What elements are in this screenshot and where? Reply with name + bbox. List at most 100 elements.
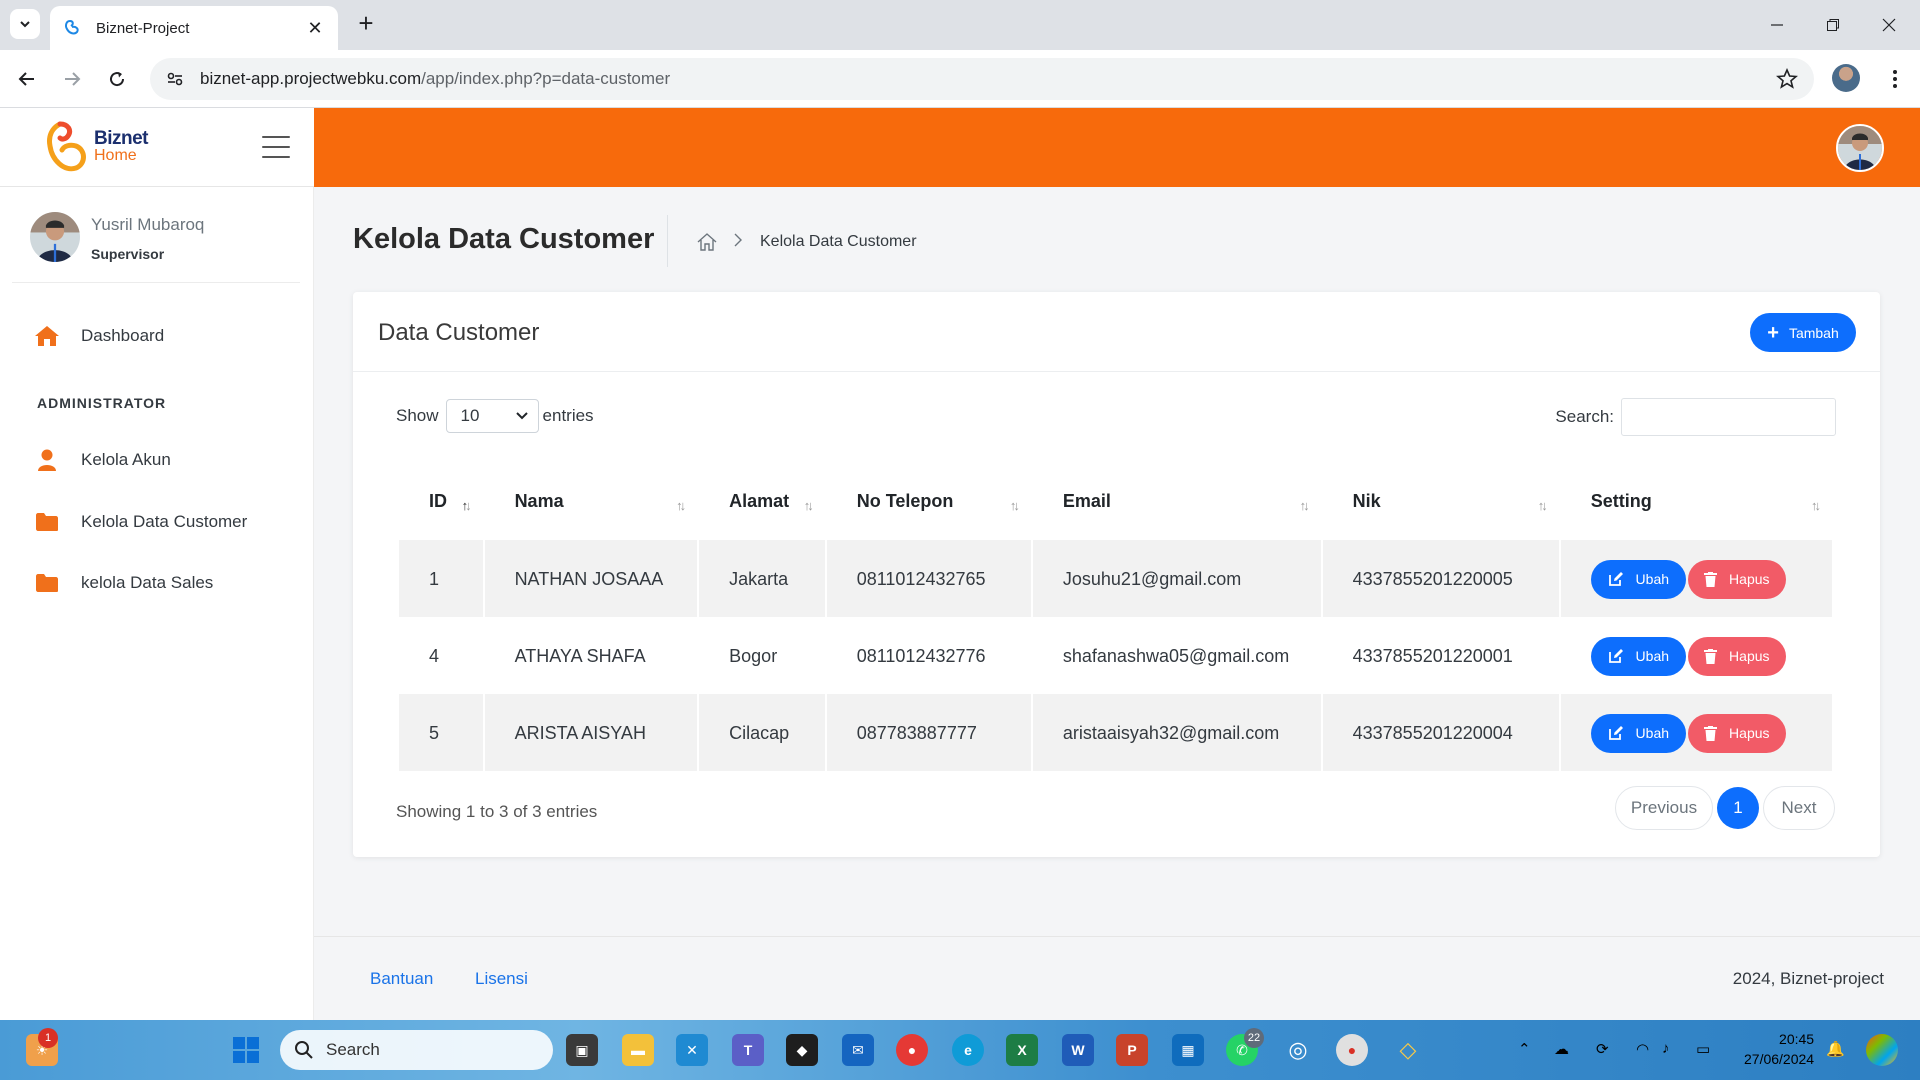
minimize-button[interactable] bbox=[1754, 10, 1800, 40]
delete-button[interactable]: Hapus bbox=[1687, 713, 1786, 753]
sidebar-toggle-button[interactable] bbox=[262, 136, 290, 158]
restore-button[interactable] bbox=[1810, 10, 1856, 40]
task-view-icon[interactable]: ▣ bbox=[566, 1034, 598, 1066]
logo-brand: Biznet bbox=[94, 128, 149, 149]
tab-search-button[interactable] bbox=[10, 9, 40, 39]
add-customer-button[interactable]: + Tambah bbox=[1750, 313, 1856, 352]
sidebar-item-kelola-data-customer[interactable]: Kelola Data Customer bbox=[34, 507, 247, 537]
page-number-button[interactable]: 1 bbox=[1717, 787, 1759, 829]
card-header: Data Customer + Tambah bbox=[353, 292, 1880, 372]
browser-profile-avatar[interactable] bbox=[1832, 64, 1860, 92]
sort-icon: ↑↓ bbox=[1537, 498, 1548, 513]
delete-button[interactable]: Hapus bbox=[1687, 636, 1786, 676]
trash-icon bbox=[1704, 725, 1718, 741]
customer-card: Data Customer + Tambah Show 10 entries S… bbox=[353, 292, 1880, 857]
biznet-logo[interactable]: Biznet Home bbox=[42, 120, 149, 174]
tab-close-icon[interactable]: ✕ bbox=[304, 18, 326, 39]
url-path: /app/index.php?p=data-customer bbox=[421, 69, 671, 88]
cell-telepon: 0811012432776 bbox=[856, 645, 986, 666]
mail-icon[interactable]: ✉ bbox=[842, 1034, 874, 1066]
sidebar-item-kelola-data-sales[interactable]: kelola Data Sales bbox=[34, 568, 213, 598]
user-photo-icon bbox=[1838, 126, 1882, 170]
page-length-select[interactable]: 10 bbox=[445, 399, 539, 433]
delete-button[interactable]: Hapus bbox=[1687, 559, 1786, 599]
volume-icon[interactable]: ♪ bbox=[1662, 1040, 1670, 1057]
cell-nama: ARISTA AISYAH bbox=[484, 694, 698, 771]
reload-button[interactable] bbox=[102, 64, 132, 94]
chevron-down-icon bbox=[20, 21, 30, 28]
folder-icon bbox=[34, 510, 60, 534]
battery-icon[interactable]: ▭ bbox=[1696, 1040, 1710, 1058]
arrow-right-icon bbox=[65, 72, 81, 86]
table-row: 5 ARISTA AISYAH Cilacap 087783887777 ari… bbox=[399, 694, 1832, 771]
search-input[interactable] bbox=[1621, 398, 1836, 436]
column-header-setting[interactable]: Setting ↑↓ bbox=[1561, 462, 1832, 540]
column-header-alamat[interactable]: Alamat ↑↓ bbox=[699, 462, 825, 540]
new-tab-button[interactable]: + bbox=[350, 8, 382, 40]
app-diamond-icon[interactable]: ◇ bbox=[1392, 1034, 1424, 1066]
copilot-icon[interactable] bbox=[1866, 1034, 1898, 1066]
edit-button[interactable]: Ubah bbox=[1590, 713, 1686, 753]
wifi-icon[interactable]: ◠ bbox=[1636, 1040, 1649, 1058]
sidebar-item-dashboard[interactable]: Dashboard bbox=[34, 321, 164, 351]
bell-icon[interactable]: 🔔 bbox=[1826, 1040, 1845, 1058]
table-row: 4 ATHAYA SHAFA Bogor 0811012432776 shafa… bbox=[399, 617, 1832, 694]
back-button[interactable] bbox=[12, 64, 42, 94]
previous-page-button[interactable]: Previous bbox=[1615, 786, 1713, 830]
sidebar-item-kelola-akun[interactable]: Kelola Akun bbox=[34, 445, 171, 475]
edit-button[interactable]: Ubah bbox=[1590, 636, 1686, 676]
column-header-nik[interactable]: Nik ↑↓ bbox=[1323, 462, 1559, 540]
sidebar-item-label: Dashboard bbox=[81, 326, 165, 345]
teams-icon[interactable]: T bbox=[732, 1034, 764, 1066]
browser-tabbar: Biznet-Project ✕ + bbox=[0, 0, 1920, 50]
license-link[interactable]: Lisensi bbox=[475, 969, 528, 989]
site-settings-icon[interactable] bbox=[166, 70, 184, 88]
cell-nik: 4337855201220004 bbox=[1322, 694, 1559, 771]
sidebar: Yusril Mubaroq Supervisor Dashboard ADMI… bbox=[0, 187, 314, 1020]
page-length-control: Show 10 entries bbox=[396, 399, 594, 433]
entries-label: entries bbox=[542, 406, 594, 425]
edit-button[interactable]: Ubah bbox=[1590, 559, 1686, 599]
browser-tab[interactable]: Biznet-Project ✕ bbox=[50, 6, 338, 50]
excel-icon[interactable]: X bbox=[1006, 1034, 1038, 1066]
tab-title: Biznet-Project bbox=[96, 19, 190, 37]
cell-email: Josuhu21@gmail.com bbox=[1032, 540, 1321, 617]
next-page-button[interactable]: Next bbox=[1763, 786, 1835, 830]
sync-icon[interactable]: ⟳ bbox=[1596, 1040, 1609, 1058]
bookmark-star-icon[interactable] bbox=[1776, 68, 1798, 90]
app-ring-icon[interactable]: ◎ bbox=[1282, 1034, 1314, 1066]
tray-chevron-up-icon[interactable]: ⌃ bbox=[1518, 1040, 1531, 1058]
column-header-nama[interactable]: Nama ↑↓ bbox=[485, 462, 698, 540]
chrome-active-icon[interactable]: ● bbox=[1336, 1034, 1368, 1066]
column-header-email[interactable]: Email ↑↓ bbox=[1033, 462, 1321, 540]
vscode-icon[interactable]: ✕ bbox=[676, 1034, 708, 1066]
chrome-icon[interactable]: ● bbox=[896, 1034, 928, 1066]
clock[interactable]: 20:45 27/06/2024 bbox=[1744, 1029, 1814, 1069]
onedrive-icon[interactable]: ☁ bbox=[1554, 1040, 1569, 1058]
close-window-button[interactable] bbox=[1866, 10, 1912, 40]
row-actions: Ubah Hapus bbox=[1590, 636, 1832, 676]
browser-menu-button[interactable] bbox=[1880, 64, 1910, 94]
header-user-avatar[interactable] bbox=[1836, 124, 1884, 172]
home-outline-icon[interactable] bbox=[696, 232, 718, 252]
windows-start-icon[interactable] bbox=[230, 1034, 262, 1066]
file-explorer-icon[interactable]: ▬ bbox=[622, 1034, 654, 1066]
logo-sub: Home bbox=[94, 147, 137, 164]
sort-icon: ↑↓ bbox=[676, 498, 686, 513]
edge-icon[interactable]: e bbox=[952, 1034, 984, 1066]
column-header-id[interactable]: ID ↑↓ bbox=[399, 462, 483, 540]
user-panel: Yusril Mubaroq Supervisor bbox=[12, 187, 300, 283]
edit-icon bbox=[1608, 572, 1623, 586]
store-icon[interactable]: ▦ bbox=[1172, 1034, 1204, 1066]
cell-alamat: Cilacap bbox=[699, 694, 825, 771]
column-header-telepon[interactable]: No Telepon ↑↓ bbox=[827, 462, 1031, 540]
taskbar-search[interactable]: Search bbox=[280, 1030, 553, 1070]
help-link[interactable]: Bantuan bbox=[370, 969, 433, 989]
forward-button[interactable] bbox=[57, 64, 87, 94]
figma-icon[interactable]: ◆ bbox=[786, 1034, 818, 1066]
trash-icon bbox=[1704, 648, 1718, 664]
address-bar[interactable]: biznet-app.projectwebku.com/app/index.ph… bbox=[150, 58, 1814, 100]
sort-icon: ↑↓ bbox=[803, 498, 814, 513]
powerpoint-icon[interactable]: P bbox=[1116, 1034, 1148, 1066]
word-icon[interactable]: W bbox=[1062, 1034, 1094, 1066]
